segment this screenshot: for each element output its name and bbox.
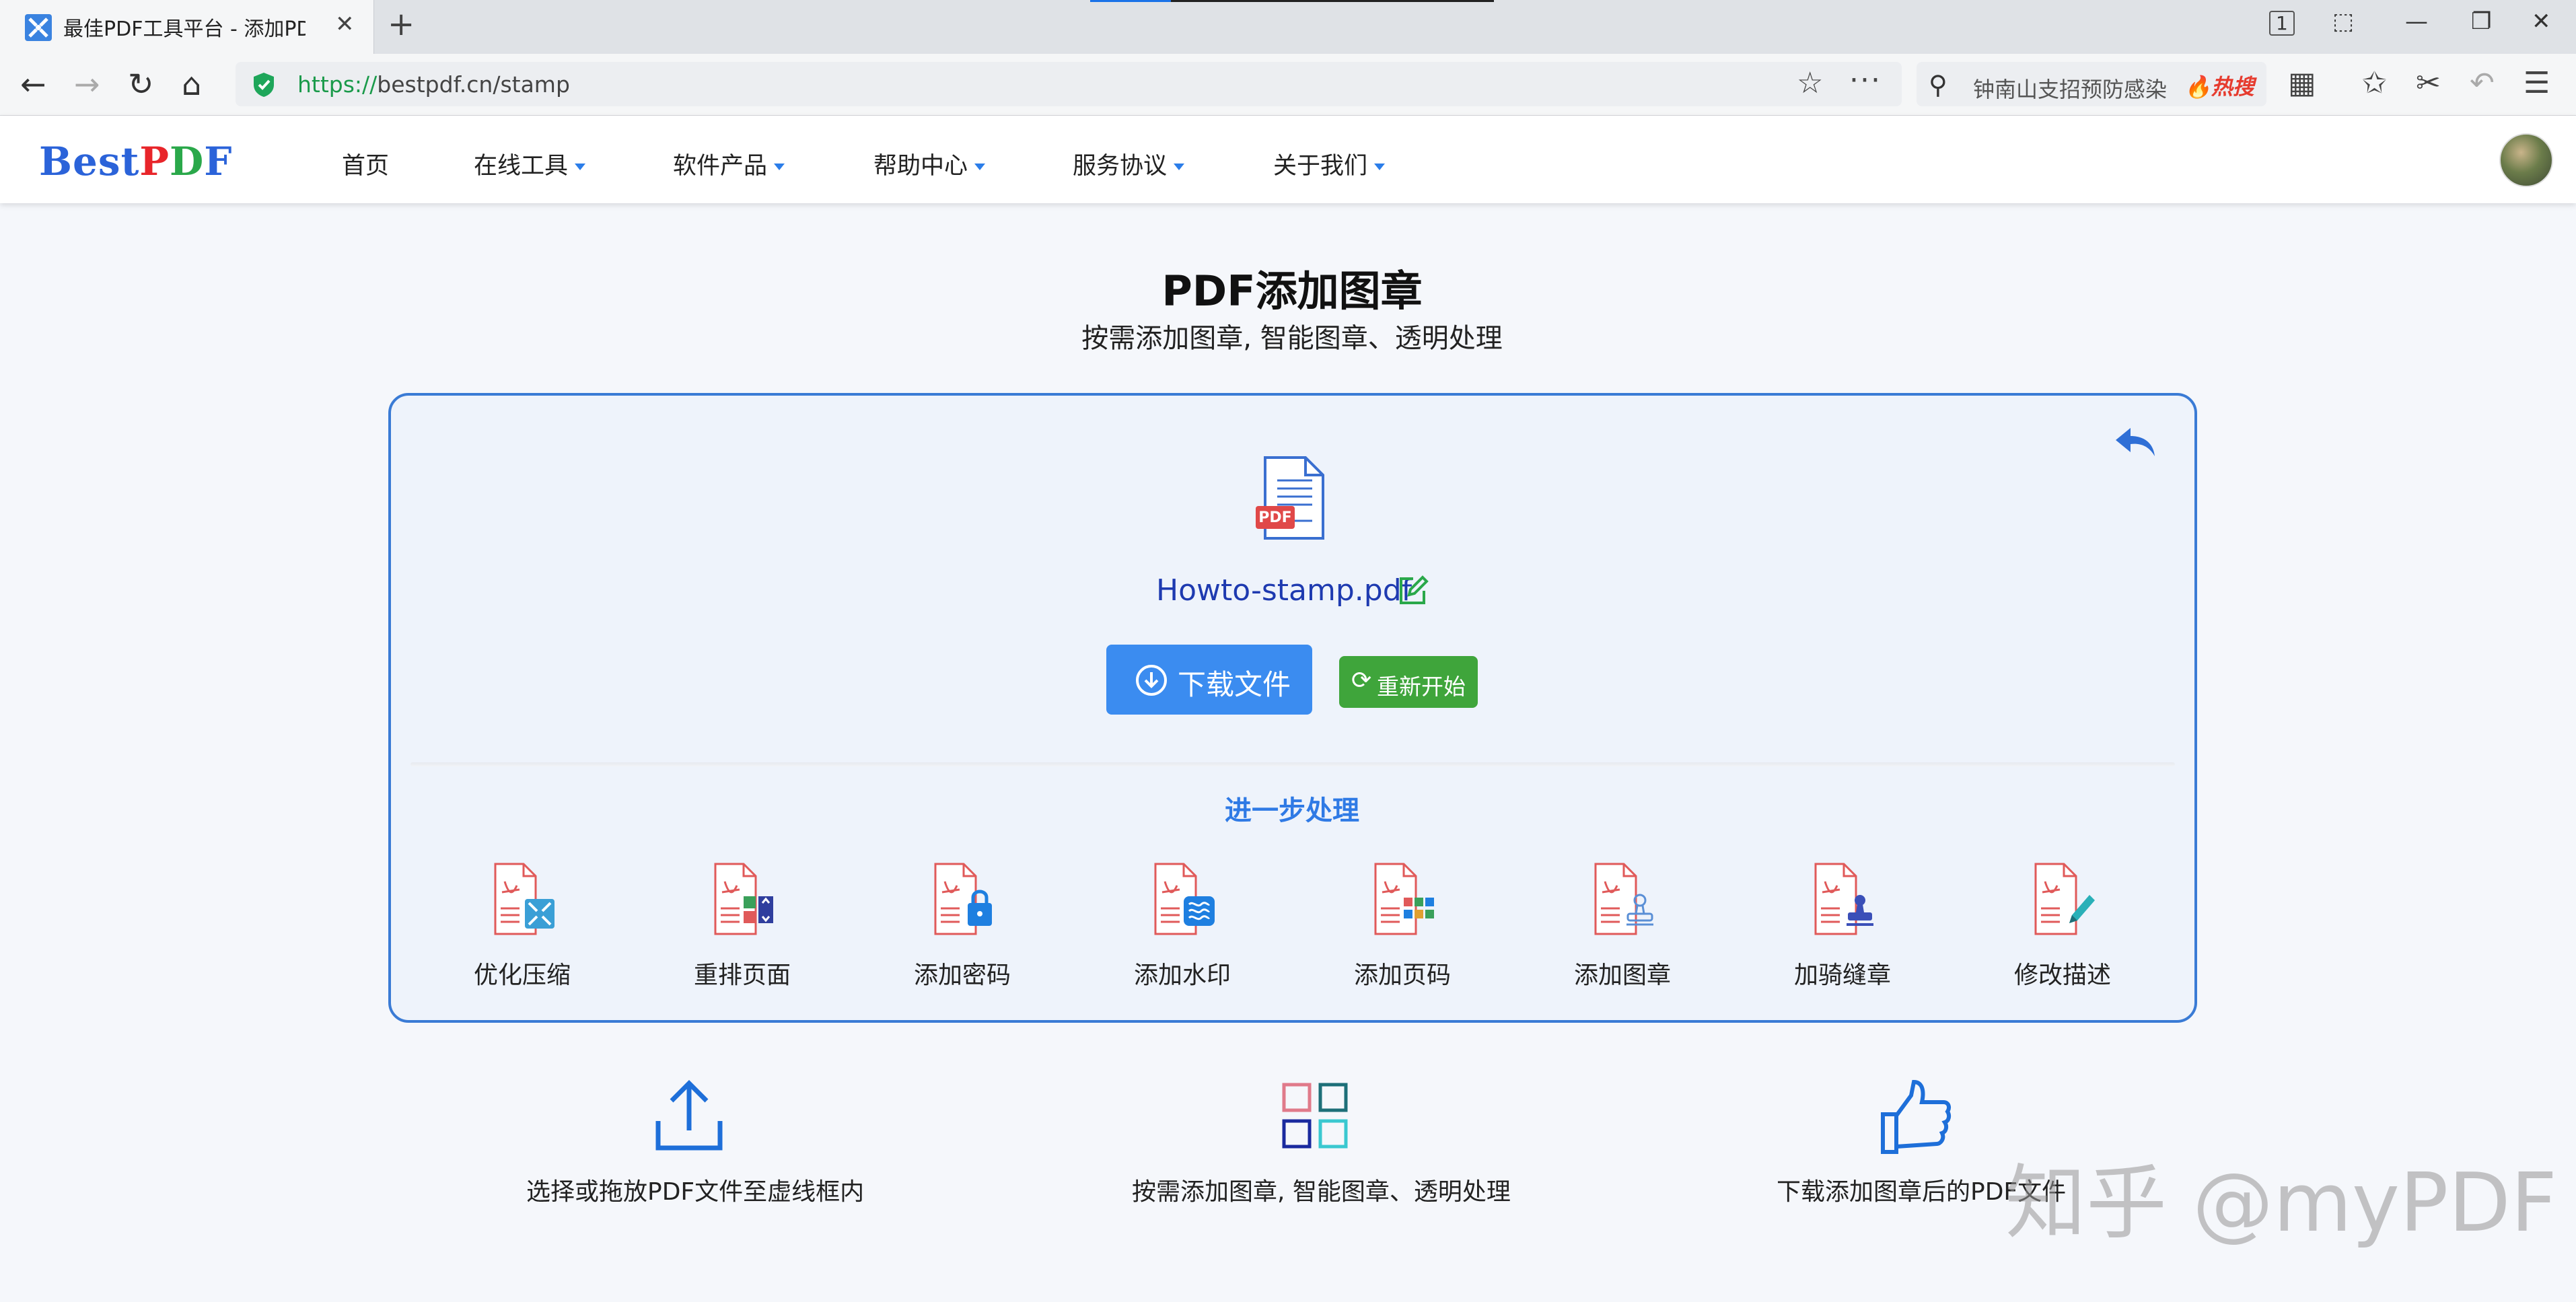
tab-close-icon[interactable]: ✕: [335, 11, 355, 38]
lock-icon: [934, 863, 992, 935]
nav-item-online-tools[interactable]: 在线工具: [474, 147, 586, 181]
seam-stamp-icon: [1814, 863, 1873, 935]
card-divider: [410, 762, 2175, 766]
tool-reorder[interactable]: 重排页面: [663, 861, 811, 996]
address-bar[interactable]: https://bestpdf.cn/stamp ☆ ···: [236, 62, 1902, 106]
tool-add-stamp[interactable]: 添加图章: [1543, 861, 1691, 996]
undo-icon[interactable]: ↶: [2470, 66, 2495, 100]
tool-add-watermark[interactable]: 添加水印: [1103, 861, 1251, 996]
svg-text:PDF: PDF: [1258, 509, 1291, 526]
tool-label: 添加密码: [913, 962, 1011, 989]
tool-edit-description[interactable]: 修改描述: [1983, 861, 2131, 996]
back-arrow-icon[interactable]: ←: [20, 66, 46, 102]
zhihu-watermark: 知乎 @myPDF: [2005, 1157, 2557, 1250]
site-header: BestPDF 首页 在线工具 软件产品 帮助中心 服务协议 关于我们: [0, 116, 2576, 203]
nav-item-terms[interactable]: 服务协议: [1073, 147, 1185, 181]
file-name: Howto-stamp.pdf: [1156, 573, 1412, 608]
search-icon: ⚲: [1929, 70, 1947, 100]
upload-icon: [655, 1080, 723, 1151]
edit-filename-icon[interactable]: [1396, 573, 1429, 607]
edit-description-icon: [2034, 863, 2095, 935]
nav-item-help[interactable]: 帮助中心: [873, 147, 986, 181]
tool-label: 修改描述: [2013, 962, 2111, 989]
page-title: PDF添加图章: [1161, 266, 1423, 316]
chevron-down-icon: [974, 164, 986, 170]
download-label: 下载文件: [1178, 668, 1291, 701]
browser-tab-bar: 最佳PDF工具平台 - 添加PDF ✕ + 1 ⬚ — ❐ ✕: [0, 0, 2576, 54]
skin-icon[interactable]: ⬚: [2332, 8, 2354, 35]
tool-label: 重排页面: [693, 962, 791, 989]
tab-title: 最佳PDF工具平台 - 添加PDF: [63, 17, 306, 41]
reorder-icon: [714, 863, 773, 935]
site-logo[interactable]: BestPDF: [39, 139, 232, 184]
close-window-button[interactable]: ✕: [2532, 8, 2551, 35]
page-subtitle: 按需添加图章, 智能图章、透明处理: [1081, 323, 1503, 354]
maximize-button[interactable]: ❐: [2471, 8, 2491, 35]
chevron-down-icon: [774, 164, 785, 170]
download-circle-icon: [1136, 665, 1167, 696]
step-process-text: 按需添加图章, 智能图章、透明处理: [1132, 1178, 1511, 1206]
url-text[interactable]: https://bestpdf.cn/stamp: [297, 71, 570, 98]
browser-tab-active[interactable]: 最佳PDF工具平台 - 添加PDF ✕: [0, 0, 374, 54]
download-button[interactable]: 下载文件: [1106, 645, 1312, 715]
further-processing-title: 进一步处理: [1225, 795, 1359, 826]
secure-shield-icon: [254, 73, 274, 97]
tab-strip-indicator-accent: [1090, 0, 1171, 2]
tool-label: 添加页码: [1353, 962, 1451, 989]
step-upload-text: 选择或拖放PDF文件至虚线框内: [526, 1178, 865, 1206]
search-box[interactable]: ⚲ 钟南山支招预防感染 🔥热搜: [1917, 62, 2266, 106]
reload-icon[interactable]: ↻: [128, 66, 154, 102]
restart-button[interactable]: ⟳ 重新开始: [1339, 656, 1478, 708]
tool-add-seam-stamp[interactable]: 加骑缝章: [1763, 861, 1911, 996]
tool-label: 添加图章: [1573, 962, 1671, 989]
new-tab-button[interactable]: +: [388, 5, 415, 43]
tool-add-password[interactable]: 添加密码: [883, 861, 1031, 996]
tool-add-page-number[interactable]: 添加页码: [1323, 861, 1471, 996]
tool-label: 加骑缝章: [1793, 962, 1891, 989]
more-options-icon[interactable]: ···: [1849, 63, 1882, 98]
page-number-icon: [1374, 863, 1434, 935]
nav-item-about[interactable]: 关于我们: [1273, 147, 1386, 181]
chevron-down-icon: [1374, 164, 1386, 170]
home-icon[interactable]: ⌂: [182, 66, 201, 102]
tab-count-icon[interactable]: 1: [2269, 11, 2295, 36]
grid-icon: [1282, 1083, 1348, 1149]
minimize-button[interactable]: —: [2405, 8, 2428, 35]
nav-item-products[interactable]: 软件产品: [673, 147, 785, 181]
apps-grid-icon[interactable]: ▦: [2288, 66, 2316, 100]
search-suggestion[interactable]: 钟南山支招预防感染: [1973, 73, 2167, 104]
pdf-file-icon: PDF: [1256, 456, 1324, 540]
browser-toolbar: ← → ↻ ⌂ https://bestpdf.cn/stamp ☆ ··· ⚲…: [0, 54, 2576, 116]
nav-item-home[interactable]: 首页: [342, 147, 389, 181]
thumbs-up-icon: [1881, 1079, 1952, 1154]
tool-label: 优化压缩: [473, 962, 571, 989]
user-avatar[interactable]: [2499, 133, 2553, 187]
watermark-icon: [1154, 863, 1215, 935]
tool-compress[interactable]: 优化压缩: [443, 861, 591, 996]
tool-label: 添加水印: [1133, 962, 1231, 989]
bookmark-star-icon[interactable]: ☆: [1797, 66, 1823, 100]
back-return-icon[interactable]: [2112, 424, 2159, 462]
restart-label: 重新开始: [1377, 674, 1466, 700]
refresh-icon: ⟳: [1351, 667, 1372, 694]
hot-search-badge[interactable]: 🔥热搜: [2184, 70, 2254, 101]
compress-icon: [494, 863, 554, 935]
chevron-down-icon: [1174, 164, 1185, 170]
site-favicon-icon: [25, 14, 52, 41]
stamp-icon: [1594, 863, 1653, 935]
chevron-down-icon: [575, 164, 586, 170]
forward-arrow-icon[interactable]: →: [74, 66, 100, 102]
favorites-icon[interactable]: ✩: [2362, 66, 2387, 100]
menu-icon[interactable]: ☰: [2524, 66, 2550, 100]
scissors-icon[interactable]: ✂: [2416, 66, 2441, 100]
